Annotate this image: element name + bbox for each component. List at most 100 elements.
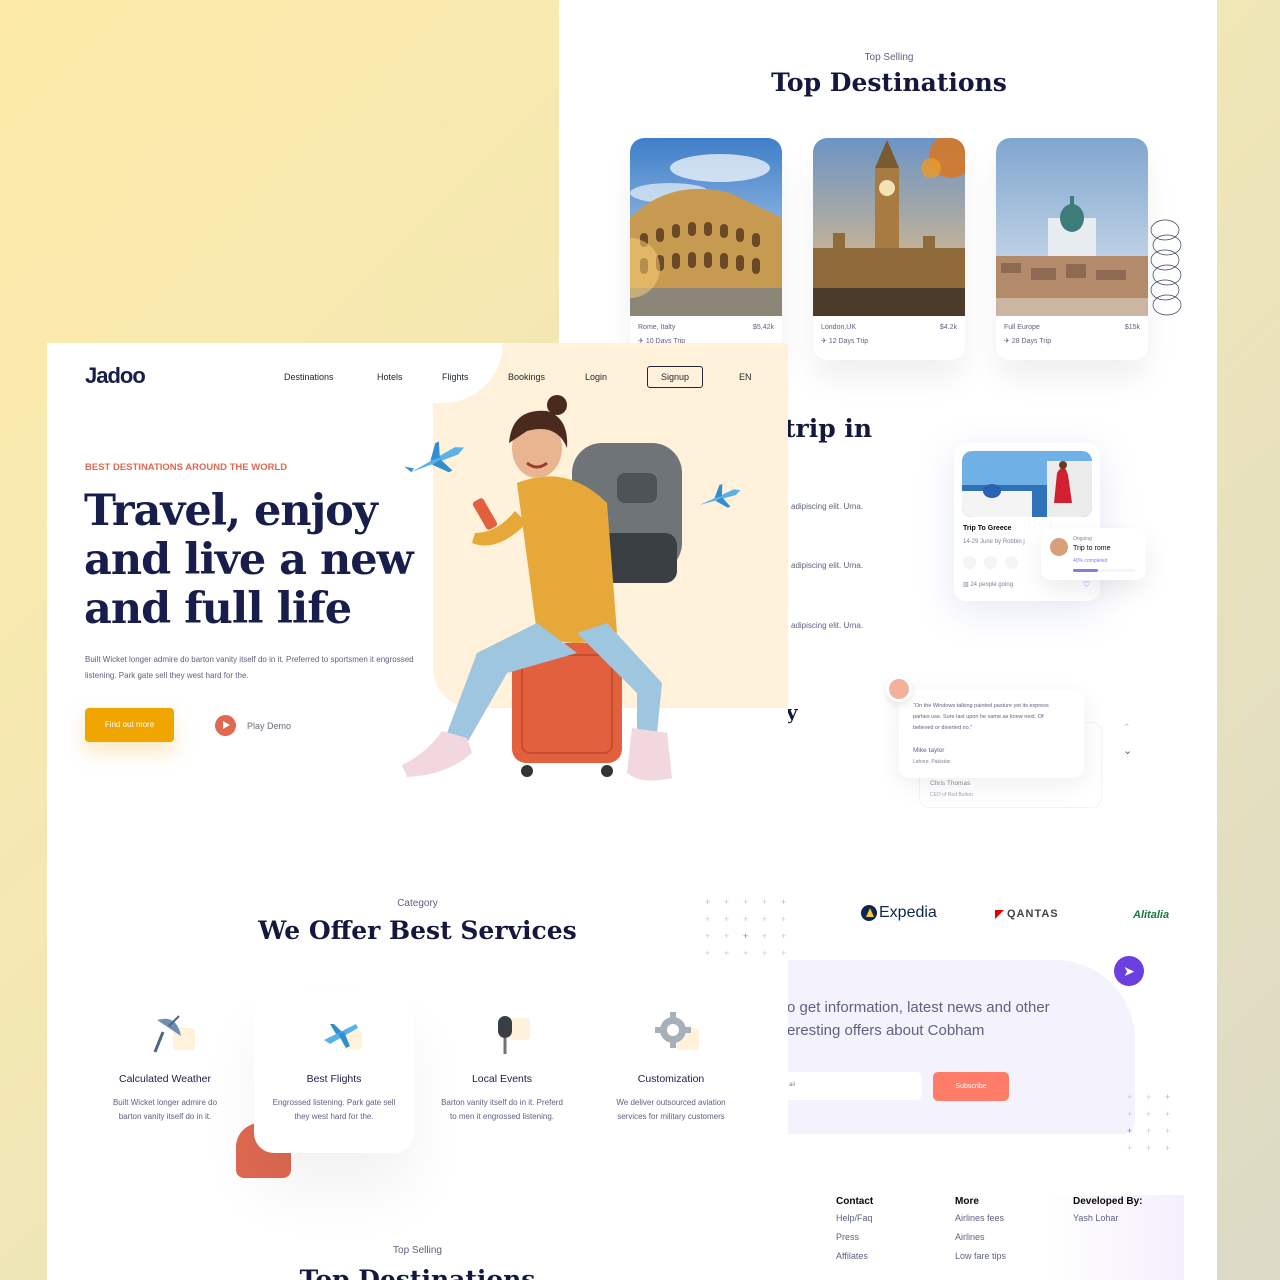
trip-people-count: 24 people going [970,582,1014,588]
destination-card-london[interactable]: London,UK $4.2k ✈ 12 Days Trip [813,138,965,360]
service-name: Local Events [471,1073,533,1085]
heart-icon[interactable]: ♡ [1083,580,1090,589]
testimonial-name: Chris Thomas [930,780,971,787]
nav-destinations[interactable]: Destinations [284,372,334,382]
section-title: Top Destinations [771,68,1007,97]
plane-icon [699,484,741,508]
expedia-logo: Expedia [861,904,937,922]
footer-heading: Contact [836,1196,874,1207]
subscribe-section: o get information, latest news and other… [777,960,1135,1134]
footer-link[interactable]: Affilates [836,1251,873,1261]
nav-login[interactable]: Login [585,372,607,382]
destination-card-rome[interactable]: Rome, Italty $5,42k ✈ 10 Days Trip [630,138,782,360]
destination-price: $4.2k [939,324,957,331]
section-kicker: Top Selling [864,52,914,63]
destination-place: Rome, Italty [638,324,676,331]
jadoo-logo[interactable]: Jadoo [85,363,146,389]
service-description: Engrossed listening. Park gate sell they… [272,1098,396,1121]
dots-decoration: + + + + + + + + + + + + + + + + + + + + [705,897,787,958]
traveler-illustration [402,395,741,781]
testimonial-role: CEO of Red Button [930,792,973,798]
footer-heading: More [955,1196,979,1207]
plane-icon: ✈ [1004,338,1010,345]
footer-link[interactable]: Airlines [955,1232,1006,1242]
booking-step-text: adipiscing elit. Urna. [791,561,864,570]
signup-button[interactable]: Signup [647,366,703,388]
play-icon[interactable] [215,715,236,736]
destination-price: $15k [1124,324,1140,331]
plane-icon: ✈ [821,338,827,345]
service-flights[interactable]: Best Flights Engrossed listening. Park g… [254,988,414,1153]
footer-contact: Contact Help/Faq Press Affilates [836,1196,873,1270]
destination-trip: 12 Days Trip [828,338,869,345]
find-out-more-button[interactable]: Find out more [85,708,174,742]
trip-date: 14-29 June by Robbin j [963,539,1025,545]
footer-link[interactable]: Press [836,1232,873,1242]
ongoing-percent: 40% completed [1073,558,1108,564]
send-icon: ➤ [1114,956,1144,986]
testimonial-location: Lahore, Pakistan [913,759,951,765]
destination-place: Full Europe [1004,324,1040,331]
testimonial-quote: “On the Windows talking painted pasture … [913,703,1049,731]
booking-section-title: trip in [784,414,873,443]
testimonial-card: “On the Windows talking painted pasture … [899,690,1084,778]
footer-link[interactable]: Airlines fees [955,1213,1006,1223]
plane-icon [324,1024,362,1050]
destination-card-europe[interactable]: Full Europe $15k ✈ 28 Days Trip [996,138,1148,360]
services-kicker: Category [397,898,438,909]
expedia-globe-icon [861,905,877,921]
service-name: Best Flights [306,1073,362,1085]
chevron-down-icon[interactable]: ⌄ [1123,744,1132,757]
expedia-wordmark: Expedia [879,904,937,921]
nav-hotels[interactable]: Hotels [377,372,403,382]
ongoing-label: Ongoing [1073,536,1092,542]
service-description: Barton vanity itself do in it. Preferd t… [441,1098,563,1121]
destination-price: $5,42k [752,324,774,331]
microphone-icon [498,1016,530,1054]
avatar [1050,538,1068,556]
testimonial-avatar [886,676,912,702]
footer-link[interactable]: Low fare tips [955,1251,1006,1261]
destinations-title: Top Destinations [299,1265,536,1280]
gear-icon [655,1012,699,1050]
hero-kicker: BEST DESTINATIONS AROUND THE WORLD [85,462,288,473]
greece-photo [962,451,1092,517]
hero-headline: Travel, enjoy and live a new and full li… [84,486,414,634]
satellite-dish-icon [153,1015,195,1053]
trip-title: Trip To Greece [963,525,1012,532]
ongoing-trip-card: Ongoing Trip to rome 40% completed [1041,528,1146,580]
footer-heading: Developed By: [1073,1196,1143,1207]
booking-step-text: adipiscing elit. Urna. [791,502,864,511]
london-big-ben-image [813,138,965,316]
chevron-up-icon[interactable]: ⌃ [1123,722,1131,733]
service-weather[interactable]: Calculated Weather Built Wicket longer a… [85,988,245,1153]
subscribe-button[interactable]: Subscribe [933,1072,1009,1101]
dots-decoration: + + + + + + + + + + + + [1127,1092,1171,1153]
play-demo-link[interactable]: Play Demo [247,721,291,731]
email-input[interactable]: ail [777,1072,922,1100]
leaf-icon[interactable] [963,556,976,569]
rome-colosseum-image [630,138,782,316]
service-customization[interactable]: Customization We deliver outsourced avia… [591,988,751,1153]
front-page-panel: Jadoo Destinations Hotels Flights Bookin… [47,343,788,1280]
alitalia-logo: Alitalia [1133,909,1170,921]
destinations-kicker: Top Selling [393,1245,442,1256]
language-select[interactable]: EN [739,372,752,382]
developer-name: Yash Lohar [1073,1213,1119,1223]
map-icon[interactable] [984,556,997,569]
service-description: We deliver outsourced aviation services … [616,1098,726,1121]
service-events[interactable]: Local Events Barton vanity itself do in … [422,988,582,1153]
nav-bookings[interactable]: Bookings [508,372,545,382]
destination-place: London,UK [821,324,857,331]
footer-link[interactable]: Help/Faq [836,1213,873,1223]
ongoing-title: Trip to rome [1073,545,1111,552]
nav-flights[interactable]: Flights [442,372,469,382]
building-icon: ▥ [963,582,969,588]
subscribe-text: o get information, latest news and other… [787,999,1050,1039]
testimonial-name: Mike taylor [913,747,945,754]
plane-icon [404,441,464,473]
progress-bar [1073,569,1135,572]
destination-trip: 28 Days Trip [1011,338,1052,345]
send-icon[interactable] [1005,556,1018,569]
service-description: Built Wicket longer admire do barton van… [112,1098,218,1121]
